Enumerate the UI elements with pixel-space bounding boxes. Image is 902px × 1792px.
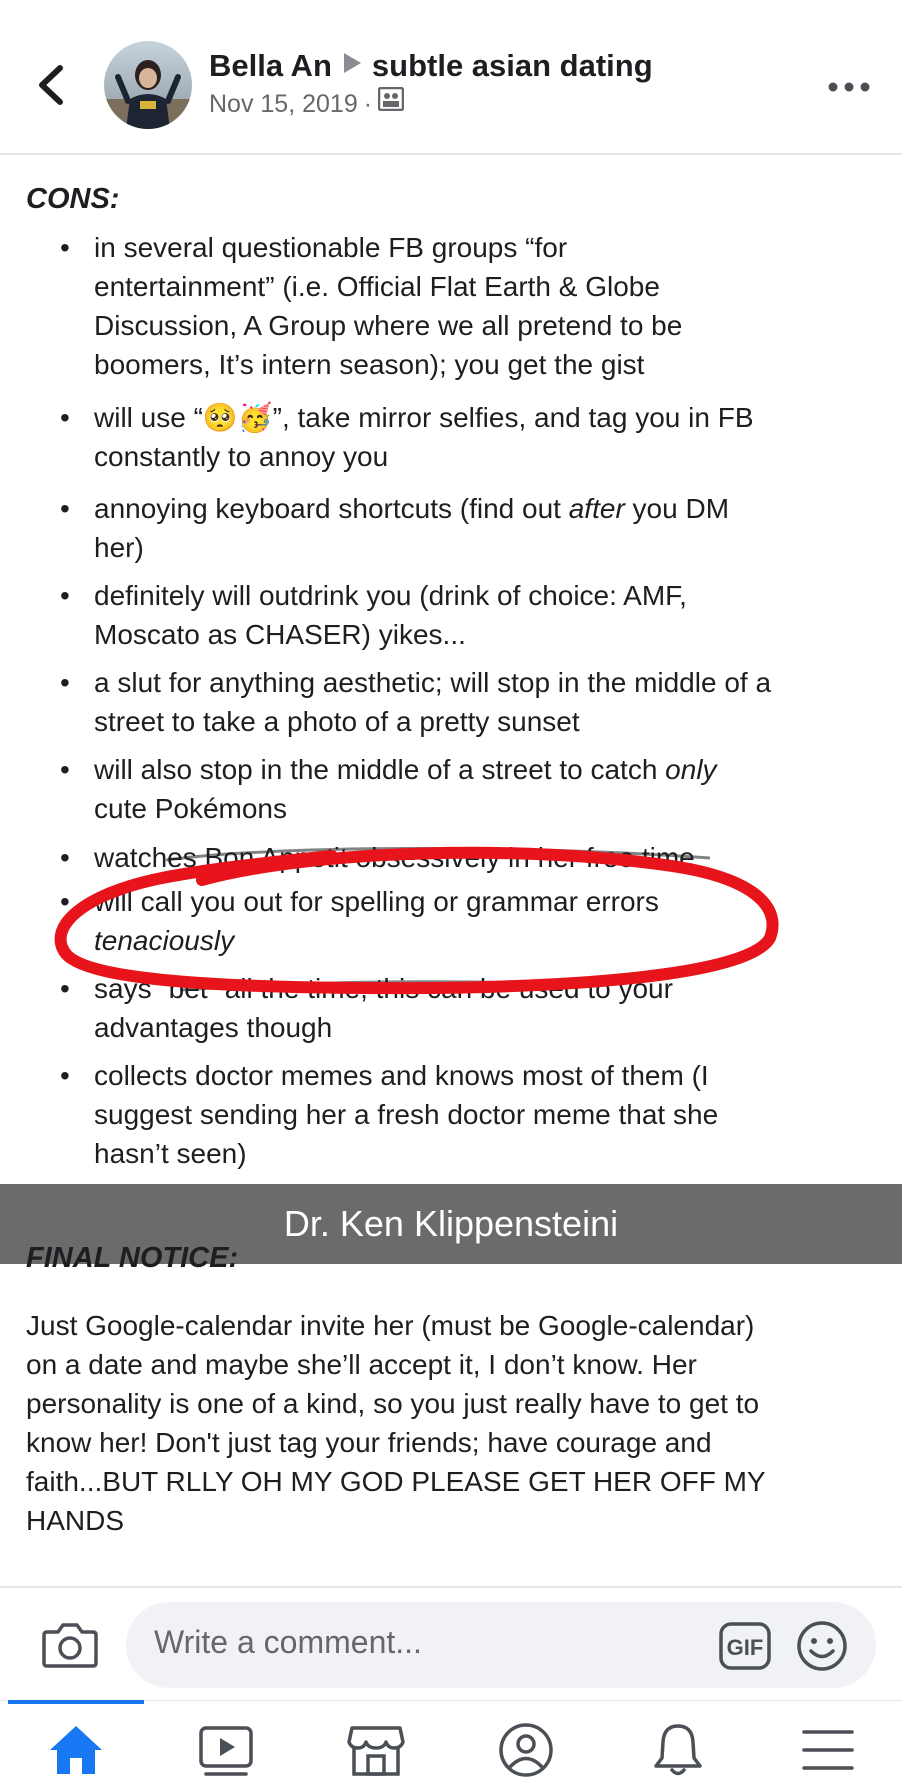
bottom-nav <box>0 1700 902 1792</box>
post-title: Bella An subtle asian dating <box>209 48 653 84</box>
cons-list-item: • annoying keyboard shortcuts (find out a… <box>0 489 902 567</box>
cons-item-line: hasn’t seen) <box>94 1138 247 1169</box>
cons-item-line: cute Pokémons <box>94 793 287 824</box>
final-notice-line: faith...BUT RLLY OH MY GOD PLEASE GET HE… <box>26 1466 766 1497</box>
final-notice-line: Just Google-calendar invite her (must be… <box>26 1310 755 1341</box>
cons-list-item: • will use “🥺🥳”, take mirror selfies, and… <box>0 398 902 476</box>
avatar[interactable] <box>104 41 192 129</box>
cons-item-line: entertainment” (i.e. Official Flat Earth… <box>94 271 660 302</box>
gif-icon[interactable]: GIF <box>719 1622 771 1670</box>
cons-list-item: • a slut for anything aesthetic; will sto… <box>0 663 902 741</box>
back-arrow-icon[interactable] <box>34 62 68 108</box>
banner-caption: Dr. Ken Klippensteini <box>283 1203 619 1244</box>
bullet-dot: • <box>60 1060 70 1091</box>
cons-list-item: • definitely will outdrink you (drink of … <box>0 576 902 654</box>
marketplace-icon[interactable] <box>346 1722 406 1778</box>
emoji-icon[interactable] <box>796 1620 848 1672</box>
cons-item-line: street to take a photo of a pretty sunse… <box>94 706 580 737</box>
cons-item-line: collects doctor memes and knows most of … <box>94 1060 709 1091</box>
cons-item-line: annoying keyboard shortcuts (find out af… <box>94 493 730 524</box>
cons-item-line: advantages though <box>94 1012 333 1043</box>
cons-item-line: will use “🥺🥳”, take mirror selfies, and … <box>94 402 754 433</box>
cons-list-item: • will also stop in the middle of a stree… <box>0 750 902 828</box>
final-notice-line: HANDS <box>26 1505 125 1536</box>
bullet-dot: • <box>60 667 70 698</box>
bullet-dot: • <box>60 580 70 611</box>
watch-icon[interactable] <box>196 1722 256 1778</box>
profile-icon[interactable] <box>496 1722 556 1778</box>
cons-item-text: definitely will outdrink you (drink of c… <box>94 576 884 654</box>
final-notice-paragraph: Just Google-calendar invite her (must be… <box>26 1306 886 1540</box>
cons-item-line: boomers, It’s intern season); you get th… <box>94 349 645 380</box>
meta-separator: · <box>363 90 373 119</box>
cons-item-text: will use “🥺🥳”, take mirror selfies, and … <box>94 398 884 476</box>
home-icon[interactable] <box>46 1722 106 1778</box>
red-circle-annotation <box>54 846 779 995</box>
bullet-dot: • <box>60 232 70 263</box>
cons-item-line: suggest sending her a fresh doctor meme … <box>94 1099 719 1130</box>
post-date[interactable]: Nov 15, 2019 <box>209 90 358 118</box>
menu-icon[interactable] <box>798 1722 858 1778</box>
post-meta: Nov 15, 2019 · <box>209 86 405 121</box>
group-name[interactable]: subtle asian dating <box>372 48 653 83</box>
final-notice-line: know her! Don't just tag your friends; h… <box>26 1427 712 1458</box>
bullet-dot: • <box>60 754 70 785</box>
group-audience-icon <box>377 86 405 118</box>
final-notice-line: on a date and maybe she’ll accept it, I … <box>26 1349 697 1380</box>
author-name[interactable]: Bella An <box>209 48 332 83</box>
cons-list-item: • collects doctor memes and knows most of… <box>0 1056 902 1173</box>
cons-item-text: in several questionable FB groups “for en… <box>94 228 884 384</box>
cons-list-item: • in several questionable FB groups “for e… <box>0 228 902 384</box>
cons-item-line: a slut for anything aesthetic; will stop… <box>94 667 772 698</box>
cons-item-text: annoying keyboard shortcuts (find out af… <box>94 489 884 567</box>
cons-item-line: in several questionable FB groups “for <box>94 232 568 263</box>
more-options-icon[interactable] <box>826 72 872 102</box>
cons-item-line: Moscato as CHASER) yikes... <box>94 619 466 650</box>
triangle-right-icon <box>342 46 362 82</box>
notifications-icon[interactable] <box>648 1722 708 1778</box>
cons-item-text: a slut for anything aesthetic; will stop… <box>94 663 884 741</box>
cons-heading: CONS: <box>26 183 120 215</box>
post-header: Bella An subtle asian dating Nov 15, 2019… <box>0 0 902 155</box>
nav-active-indicator <box>8 1700 144 1704</box>
cons-item-line: Discussion, A Group where we all pretend… <box>94 310 683 341</box>
bullet-dot: • <box>60 402 70 433</box>
cons-item-line: definitely will outdrink you (drink of c… <box>94 580 687 611</box>
camera-icon[interactable] <box>42 1620 98 1668</box>
cons-item-text: collects doctor memes and knows most of … <box>94 1056 884 1173</box>
bullet-dot: • <box>60 493 70 524</box>
final-notice-line: personality is one of a kind, so you jus… <box>26 1388 760 1419</box>
cons-item-line: her) <box>94 532 144 563</box>
gif-label: GIF <box>727 1635 764 1660</box>
cons-item-line: constantly to annoy you <box>94 441 389 472</box>
cons-item-text: will also stop in the middle of a street… <box>94 750 884 828</box>
cons-item-line: will also stop in the middle of a street… <box>94 754 717 785</box>
